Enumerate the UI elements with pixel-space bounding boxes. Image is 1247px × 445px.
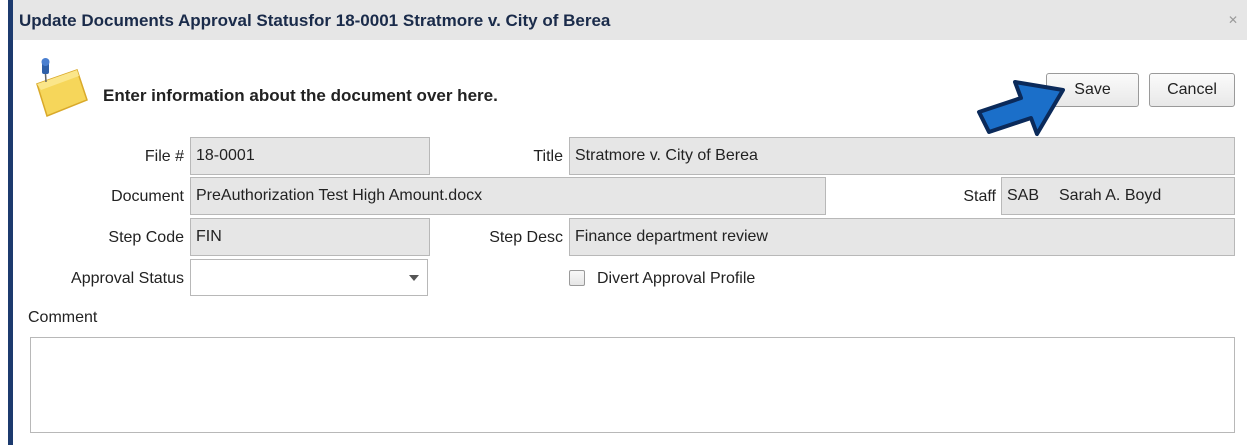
staff-label: Staff bbox=[963, 188, 996, 205]
blue-arrow-pointer-icon bbox=[977, 80, 1065, 136]
approval-status-select[interactable] bbox=[190, 259, 428, 296]
step-desc-field[interactable]: Finance department review bbox=[569, 218, 1235, 256]
comment-label: Comment bbox=[28, 309, 98, 326]
step-code-label: Step Code bbox=[108, 229, 184, 246]
staff-name: Sarah A. Boyd bbox=[1059, 187, 1162, 204]
dialog-title: Update Documents Approval Statusfor 18-0… bbox=[19, 11, 611, 30]
document-field[interactable]: PreAuthorization Test High Amount.docx bbox=[190, 177, 826, 215]
divert-approval-checkbox[interactable] bbox=[569, 270, 585, 286]
sticky-note-pin-icon bbox=[36, 58, 88, 117]
update-approval-dialog: Update Documents Approval Statusfor 18-0… bbox=[8, 0, 1247, 445]
divert-approval-label[interactable]: Divert Approval Profile bbox=[597, 270, 755, 288]
file-number-label: File # bbox=[144, 148, 184, 165]
file-number-field[interactable]: 18-0001 bbox=[190, 137, 430, 175]
staff-code: SAB bbox=[1007, 187, 1040, 204]
close-icon[interactable]: ✕ bbox=[1228, 13, 1238, 27]
staff-field[interactable]: SAB Sarah A. Boyd bbox=[1001, 177, 1235, 215]
approval-status-label: Approval Status bbox=[71, 270, 184, 287]
instruction-text: Enter information about the document ove… bbox=[103, 86, 498, 105]
title-field[interactable]: Stratmore v. City of Berea bbox=[569, 137, 1235, 175]
dialog-content: Enter information about the document ove… bbox=[13, 40, 1247, 445]
dialog-titlebar: Update Documents Approval Statusfor 18-0… bbox=[13, 0, 1247, 40]
document-label: Document bbox=[111, 188, 184, 205]
dropdown-arrow-icon[interactable] bbox=[409, 275, 419, 281]
comment-textarea[interactable] bbox=[30, 337, 1235, 433]
cancel-button[interactable]: Cancel bbox=[1149, 73, 1235, 107]
step-code-field[interactable]: FIN bbox=[190, 218, 430, 256]
title-label: Title bbox=[533, 148, 563, 165]
step-desc-label: Step Desc bbox=[489, 229, 563, 246]
